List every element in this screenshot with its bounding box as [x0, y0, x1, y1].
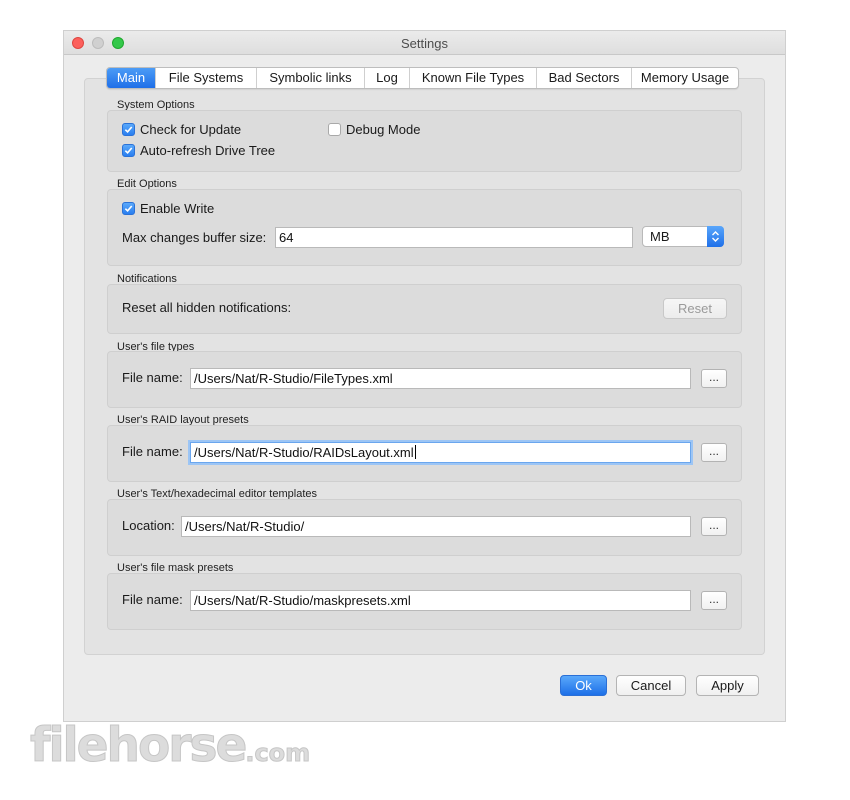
up-down-arrows-icon [707, 226, 724, 247]
tab-main[interactable]: Main [107, 68, 155, 88]
reset-notifications-label: Reset all hidden notifications: [122, 300, 292, 315]
filehorse-watermark: filehorse .com [29, 718, 311, 778]
mask-presets-field-label: File name: [122, 592, 183, 607]
checkmark-icon [122, 202, 135, 215]
title-bar[interactable]: Settings [64, 31, 785, 55]
tab-bad-sectors[interactable]: Bad Sectors [536, 68, 631, 88]
file-types-browse-button[interactable]: ... [701, 369, 727, 388]
auto-refresh-label: Auto-refresh Drive Tree [140, 143, 276, 158]
tab-known-file-types[interactable]: Known File Types [409, 68, 536, 88]
editor-templates-field-label: Location: [122, 518, 175, 533]
buffer-unit-value: MB [650, 229, 670, 244]
checkmark-icon [122, 144, 135, 157]
buffer-size-label: Max changes buffer size: [122, 230, 267, 245]
file-types-input[interactable]: /Users/Nat/R-Studio/FileTypes.xml [190, 368, 691, 389]
file-types-field-label: File name: [122, 370, 183, 385]
watermark-word: filehorse [29, 718, 247, 774]
enable-write-label: Enable Write [140, 201, 215, 216]
checkmark-icon [122, 123, 135, 136]
buffer-size-input[interactable]: 64 [275, 227, 633, 248]
raid-presets-input[interactable]: /Users/Nat/R-Studio/RAIDsLayout.xml [190, 442, 691, 463]
tab-memory-usage[interactable]: Memory Usage [631, 68, 738, 88]
check-for-update-label: Check for Update [140, 122, 242, 137]
apply-button[interactable]: Apply [696, 675, 759, 696]
reset-notifications-button[interactable]: Reset [663, 298, 727, 319]
mask-presets-input[interactable]: /Users/Nat/R-Studio/maskpresets.xml [190, 590, 691, 611]
system-options-group [107, 110, 742, 172]
mask-presets-browse-button[interactable]: ... [701, 591, 727, 610]
debug-mode-checkbox[interactable]: Debug Mode [328, 122, 420, 137]
enable-write-checkbox[interactable]: Enable Write [122, 201, 214, 216]
buffer-unit-select[interactable]: MB [642, 226, 724, 247]
tab-file-systems[interactable]: File Systems [155, 68, 256, 88]
ok-button[interactable]: Ok [560, 675, 607, 696]
tab-symbolic-links[interactable]: Symbolic links [256, 68, 364, 88]
editor-templates-input[interactable]: /Users/Nat/R-Studio/ [181, 516, 691, 537]
raid-presets-value: /Users/Nat/R-Studio/RAIDsLayout.xml [194, 445, 414, 460]
text-caret [414, 445, 416, 459]
raid-presets-field-label: File name: [122, 444, 183, 459]
watermark-tld: .com [245, 739, 311, 768]
check-for-update-checkbox[interactable]: Check for Update [122, 122, 241, 137]
debug-mode-label: Debug Mode [346, 122, 421, 137]
raid-presets-browse-button[interactable]: ... [701, 443, 727, 462]
window-title: Settings [401, 36, 448, 51]
editor-templates-browse-button[interactable]: ... [701, 517, 727, 536]
auto-refresh-checkbox[interactable]: Auto-refresh Drive Tree [122, 143, 275, 158]
cancel-button[interactable]: Cancel [616, 675, 686, 696]
empty-checkbox-icon [328, 123, 341, 136]
settings-tab-bar: Main File Systems Symbolic links Log Kno… [106, 67, 739, 89]
tab-log[interactable]: Log [364, 68, 409, 88]
